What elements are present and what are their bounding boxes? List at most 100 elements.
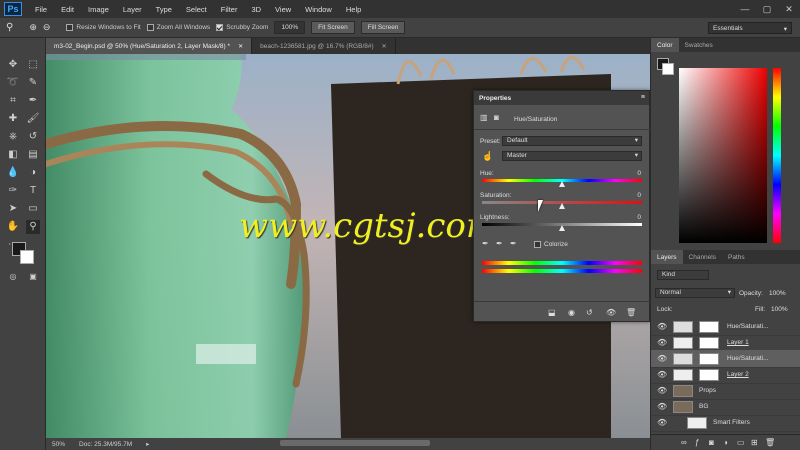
tab-paths[interactable]: Paths [722, 250, 751, 264]
lightness-value[interactable]: 0 [637, 214, 641, 221]
tab-color[interactable]: Color [651, 38, 679, 52]
minimize-button[interactable]: — [734, 0, 756, 18]
quick-mask-icon[interactable]: ◎ [6, 270, 20, 284]
hand-tool-icon[interactable]: ✋ [6, 220, 20, 234]
new-layer-icon[interactable]: ⊞ [751, 438, 758, 447]
zoom-tool-icon[interactable]: ⚲ [6, 22, 13, 33]
hue-strip[interactable] [773, 68, 781, 243]
visibility-eye-icon[interactable]: 👁 [657, 370, 667, 380]
menu-file[interactable]: File [28, 0, 54, 18]
clone-stamp-tool-icon[interactable]: ⎈ [6, 130, 20, 144]
pen-tool-icon[interactable]: ✑ [6, 184, 20, 198]
fx-icon[interactable]: ƒ [695, 438, 699, 447]
clip-to-layer-icon[interactable]: ⬓ [548, 308, 556, 317]
layer-mask-thumbnail[interactable] [699, 369, 719, 381]
fill-screen-button[interactable]: Fill Screen [360, 21, 406, 34]
link-icon[interactable]: ∞ [681, 438, 687, 447]
scrubby-zoom-option[interactable]: Scrubby Zoom [216, 24, 268, 31]
status-arrow-icon[interactable]: ▸ [146, 440, 149, 448]
layer-thumbnail[interactable] [673, 353, 693, 365]
eyedropper-icon[interactable]: ✒ [482, 239, 489, 248]
colorize-option[interactable]: Colorize [534, 241, 568, 248]
tab-beach[interactable]: beach-1236581.jpg @ 16.7% (RGB/8#) ✕ [252, 38, 396, 54]
visibility-eye-icon[interactable]: 👁 [657, 418, 667, 428]
zoom-all-checkbox[interactable] [146, 24, 154, 31]
zoom-in-icon[interactable]: ⊕ [29, 22, 37, 33]
blur-tool-icon[interactable]: 💧 [6, 166, 20, 180]
lasso-tool-icon[interactable]: ➰ [6, 76, 20, 90]
menu-help[interactable]: Help [339, 0, 368, 18]
close-icon[interactable]: ✕ [238, 43, 243, 50]
visibility-eye-icon[interactable]: 👁 [657, 338, 667, 348]
menu-filter[interactable]: Filter [214, 0, 245, 18]
marquee-tool-icon[interactable]: ⬚ [26, 58, 40, 72]
eyedropper-minus-icon[interactable]: ✒ [510, 239, 517, 248]
menu-view[interactable]: View [268, 0, 298, 18]
background-color-swatch[interactable] [20, 250, 34, 264]
mask-icon[interactable]: ◙ [494, 113, 499, 122]
healing-tool-icon[interactable]: ✚ [6, 112, 20, 126]
color-picker-field[interactable] [679, 68, 767, 243]
menu-3d[interactable]: 3D [244, 0, 268, 18]
layer-thumbnail[interactable] [673, 337, 693, 349]
layer-mask-thumbnail[interactable] [699, 337, 719, 349]
tab-swatches[interactable]: Swatches [679, 38, 719, 52]
crop-tool-icon[interactable]: ⌗ [6, 94, 20, 108]
trash-icon[interactable]: 🗑 [765, 438, 775, 447]
screen-mode-icon[interactable]: ▣ [26, 270, 40, 284]
saturation-slider-thumb[interactable] [559, 203, 565, 209]
visibility-eye-icon[interactable]: 👁 [657, 322, 667, 332]
blend-mode-select[interactable]: Normal ▾ [655, 288, 735, 298]
menu-image[interactable]: Image [81, 0, 116, 18]
layer-thumbnail[interactable] [673, 321, 693, 333]
add-mask-icon[interactable]: ◙ [709, 438, 714, 447]
new-adjustment-icon[interactable]: ◑ [723, 438, 728, 447]
reset-icon[interactable]: ↺ [586, 308, 593, 317]
maximize-button[interactable]: ▢ [756, 0, 778, 18]
visibility-eye-icon[interactable]: 👁 [657, 386, 667, 396]
menu-window[interactable]: Window [298, 0, 339, 18]
move-tool-icon[interactable]: ✥ [6, 58, 20, 72]
zoom-level[interactable]: 50% [52, 441, 65, 448]
folder-icon[interactable]: ▭ [737, 438, 745, 447]
close-window-button[interactable]: ✕ [778, 0, 800, 18]
panel-menu-icon[interactable]: ≡ [641, 94, 645, 101]
kind-filter-select[interactable]: Kind [657, 270, 709, 280]
colorize-checkbox[interactable] [534, 241, 541, 248]
brush-tool-icon[interactable]: 🖌 [26, 112, 40, 126]
horizontal-scrollbar[interactable] [280, 440, 430, 446]
tab-m3-02-begin[interactable]: m3-02_Begin.psd @ 50% (Hue/Saturation 2,… [46, 38, 253, 54]
resize-windows-checkbox[interactable] [66, 24, 74, 31]
eraser-tool-icon[interactable]: ◧ [6, 148, 20, 162]
view-previous-icon[interactable]: ◉ [568, 308, 575, 317]
layer-row[interactable]: 👁 Smart Filters [651, 414, 800, 432]
fit-screen-button[interactable]: Fit Screen [311, 21, 355, 34]
quick-select-tool-icon[interactable]: ✎ [26, 76, 40, 90]
close-icon[interactable]: ✕ [382, 43, 387, 50]
saturation-value[interactable]: 0 [637, 192, 641, 199]
menu-type[interactable]: Type [149, 0, 179, 18]
layer-thumbnail[interactable] [673, 385, 693, 397]
eyedropper-plus-icon[interactable]: ✒ [496, 239, 503, 248]
zoom-value-field[interactable]: 100% [274, 21, 306, 34]
zoom-out-icon[interactable]: ⊖ [43, 22, 51, 33]
layer-thumbnail[interactable] [687, 417, 707, 429]
type-tool-icon[interactable]: T [26, 184, 40, 198]
hue-slider-thumb[interactable] [559, 181, 565, 187]
lightness-slider-thumb[interactable] [559, 225, 565, 231]
fill-value[interactable]: 100% [771, 306, 788, 313]
eyedropper-tool-icon[interactable]: ✒ [26, 94, 40, 108]
menu-edit[interactable]: Edit [54, 0, 81, 18]
layer-mask-thumbnail[interactable] [699, 353, 719, 365]
background-color-swatch[interactable] [662, 63, 674, 75]
visibility-eye-icon[interactable]: 👁 [657, 402, 667, 412]
visibility-eye-icon[interactable]: 👁 [657, 354, 667, 364]
zoom-tool-icon[interactable]: ⚲ [26, 220, 40, 234]
layer-thumbnail[interactable] [673, 369, 693, 381]
path-select-tool-icon[interactable]: ➤ [6, 202, 20, 216]
channel-select[interactable]: Master ▾ [502, 151, 642, 161]
menu-layer[interactable]: Layer [116, 0, 149, 18]
trash-icon[interactable]: 🗑 [626, 308, 636, 317]
tab-layers[interactable]: Layers [651, 250, 683, 264]
history-brush-tool-icon[interactable]: ↺ [26, 130, 40, 144]
